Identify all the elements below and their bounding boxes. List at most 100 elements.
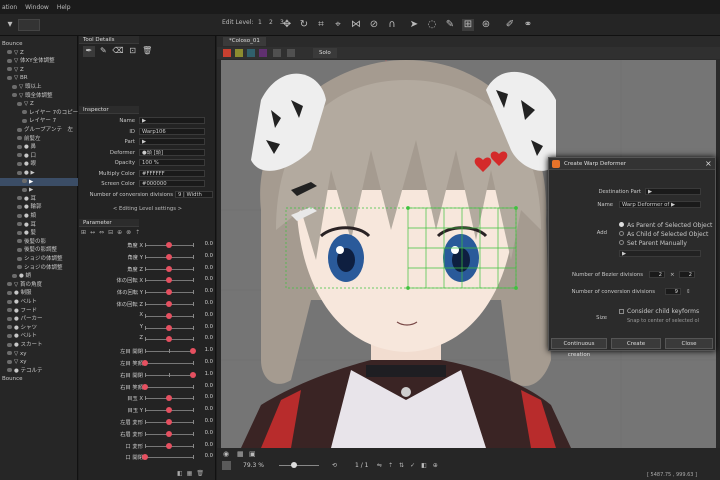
parameter-slider[interactable] xyxy=(145,457,193,459)
parameter-knob[interactable] xyxy=(166,301,172,307)
parameter-row[interactable]: 右眉 変形 0.0 xyxy=(79,429,216,441)
glue-icon[interactable]: ⋈ xyxy=(350,19,362,31)
eye-icon[interactable] xyxy=(17,256,22,261)
tree-item[interactable]: グループアンテ 左 xyxy=(0,126,78,135)
view-mode-icon[interactable] xyxy=(247,49,255,57)
eyedropper-icon[interactable]: ✐ xyxy=(504,19,516,31)
tree-item[interactable]: ● 鼻 xyxy=(0,143,78,152)
parameter-value[interactable]: 0.0 xyxy=(197,406,213,412)
create-button[interactable]: Create xyxy=(611,338,661,349)
parameter-row[interactable]: Z 0.0 xyxy=(79,334,216,346)
solo-toggle[interactable]: Solo xyxy=(313,48,337,58)
parameter-value[interactable]: 1.0 xyxy=(197,347,213,353)
eye-icon[interactable] xyxy=(7,75,12,80)
tree-item[interactable]: 前髪左 xyxy=(0,135,78,144)
dropdown-icon[interactable]: ▾ xyxy=(4,19,16,31)
parameter-row[interactable]: 体の回転 X 0.0 xyxy=(79,275,216,287)
tree-item[interactable]: ▽ Z xyxy=(0,49,78,58)
tree-item[interactable]: ● テコルテ xyxy=(0,367,78,376)
view-mode-icon[interactable] xyxy=(259,49,267,57)
tree-item[interactable]: ショジの体調整 xyxy=(0,255,78,264)
parameter-slider[interactable] xyxy=(145,363,193,364)
name-field[interactable]: Warp Deformer of ▶ xyxy=(619,201,701,208)
parameter-row[interactable]: 目玉 X 0.0 xyxy=(79,393,216,405)
parameter-row[interactable]: 左眉 変形 0.0 xyxy=(79,417,216,429)
tree-item[interactable]: 後髪の影調整 xyxy=(0,246,78,255)
tree-item[interactable]: ● スカート xyxy=(0,341,78,350)
parameter-row[interactable]: 角度 X 0.0 xyxy=(79,240,216,252)
radio-as-parent[interactable]: As Parent of Selected Object xyxy=(619,222,712,231)
eye-icon[interactable] xyxy=(7,282,12,287)
parameter-knob[interactable] xyxy=(166,407,172,414)
parameter-row[interactable]: 左目 開閉 1.0 xyxy=(79,346,216,358)
bezier-x-field[interactable]: 2 xyxy=(649,271,665,278)
link-icon[interactable]: ⚭ xyxy=(522,19,534,31)
parameter-value[interactable]: 0.0 xyxy=(197,383,213,389)
image-icon[interactable]: ▣ xyxy=(249,450,256,458)
eye-icon[interactable] xyxy=(7,333,12,338)
lasso-icon[interactable]: ◌ xyxy=(426,19,438,31)
eye-icon[interactable] xyxy=(7,351,12,356)
parameter-row[interactable]: 角度 Y 0.0 xyxy=(79,252,216,264)
menu-item-animation[interactable]: ation xyxy=(2,4,17,11)
view-mode-icon[interactable] xyxy=(273,49,281,57)
parameter-value[interactable]: 0.0 xyxy=(197,442,213,448)
view-toggle-icons[interactable]: ⇋⇡⇅✓◧⊕ xyxy=(377,462,444,469)
tree-item[interactable]: ▶ xyxy=(0,186,78,195)
parameter-row[interactable]: 右目 笑顔 0.0 xyxy=(79,382,216,394)
eye-icon[interactable] xyxy=(17,161,22,166)
eye-icon[interactable] xyxy=(17,265,22,270)
lock-icon[interactable]: ⊡ xyxy=(127,46,139,57)
tree-item[interactable]: 後髪の影 xyxy=(0,238,78,247)
eye-icon[interactable] xyxy=(12,93,17,98)
tree-item[interactable]: ▽ 首の角度 xyxy=(0,281,78,290)
inspector-value[interactable]: 100 % xyxy=(139,159,205,166)
parameter-knob[interactable] xyxy=(166,289,172,296)
parameter-row[interactable]: Y 0.0 xyxy=(79,323,216,335)
tree-item[interactable]: ● 蛸 xyxy=(0,272,78,281)
inspector-value[interactable]: #000000 xyxy=(139,180,205,187)
parameter-row[interactable]: 口 開閉 0.0 xyxy=(79,452,216,464)
parameter-value[interactable]: 0.0 xyxy=(197,265,213,271)
tree-item[interactable]: ▽ 頭全体調整 xyxy=(0,92,78,101)
parameter-value[interactable]: 1.0 xyxy=(197,371,213,377)
eraser-icon[interactable]: ⌫ xyxy=(112,46,124,57)
parameter-knob[interactable] xyxy=(166,430,172,437)
parameter-knob[interactable] xyxy=(166,242,172,248)
parameter-value[interactable]: 0.0 xyxy=(197,418,213,424)
parameter-value[interactable]: 0.0 xyxy=(197,453,213,459)
inspector-value[interactable]: ▶ xyxy=(139,117,205,124)
parameter-row[interactable]: 目玉 Y 0.0 xyxy=(79,405,216,417)
tree-item[interactable]: ● 髪 xyxy=(0,229,78,238)
tree-item[interactable]: ● ▶ xyxy=(0,169,78,178)
tree-item[interactable]: レイヤー 7 xyxy=(0,117,78,126)
eye-icon[interactable] xyxy=(17,230,22,235)
parameter-row[interactable]: 左目 笑顔 0.0 xyxy=(79,358,216,370)
zoom-level[interactable]: 79.3 % xyxy=(243,462,264,469)
radio-as-child[interactable]: As Child of Selected Object xyxy=(619,231,712,240)
parameter-value[interactable]: 0.0 xyxy=(197,430,213,436)
parameter-knob[interactable] xyxy=(166,312,172,319)
parameter-value[interactable]: 0.0 xyxy=(197,335,213,341)
eye-icon[interactable] xyxy=(17,136,22,141)
eye-icon[interactable] xyxy=(7,368,12,373)
eye-icon[interactable] xyxy=(22,118,27,123)
tree-item[interactable]: ● 耳 xyxy=(0,221,78,230)
eye-icon[interactable] xyxy=(7,299,12,304)
inspector-value[interactable]: #FFFFFF xyxy=(139,169,205,177)
menu-item-help[interactable]: Help xyxy=(57,4,71,11)
deformer-warp-icon[interactable]: ⊞ xyxy=(462,19,474,31)
parameter-knob[interactable] xyxy=(190,371,196,378)
continuous-creation-button[interactable]: Continuous creation xyxy=(551,338,607,358)
eye-icon[interactable] xyxy=(7,290,12,295)
tree-item[interactable]: ● 頬 xyxy=(0,212,78,221)
zoom-slider-knob[interactable] xyxy=(291,462,297,468)
grid-icon[interactable]: ▦ xyxy=(237,450,244,458)
tree-item[interactable]: ショジの体調整 xyxy=(0,264,78,273)
spinner-icon[interactable]: ⇕ xyxy=(686,289,691,295)
eye-icon[interactable] xyxy=(17,170,22,175)
parameter-value[interactable]: 0.0 xyxy=(197,241,213,247)
magnet-icon[interactable]: ∩ xyxy=(386,19,398,31)
tree-item[interactable]: レイヤー 7のコピー xyxy=(0,109,78,118)
tree-item[interactable]: ● シャツ xyxy=(0,324,78,333)
